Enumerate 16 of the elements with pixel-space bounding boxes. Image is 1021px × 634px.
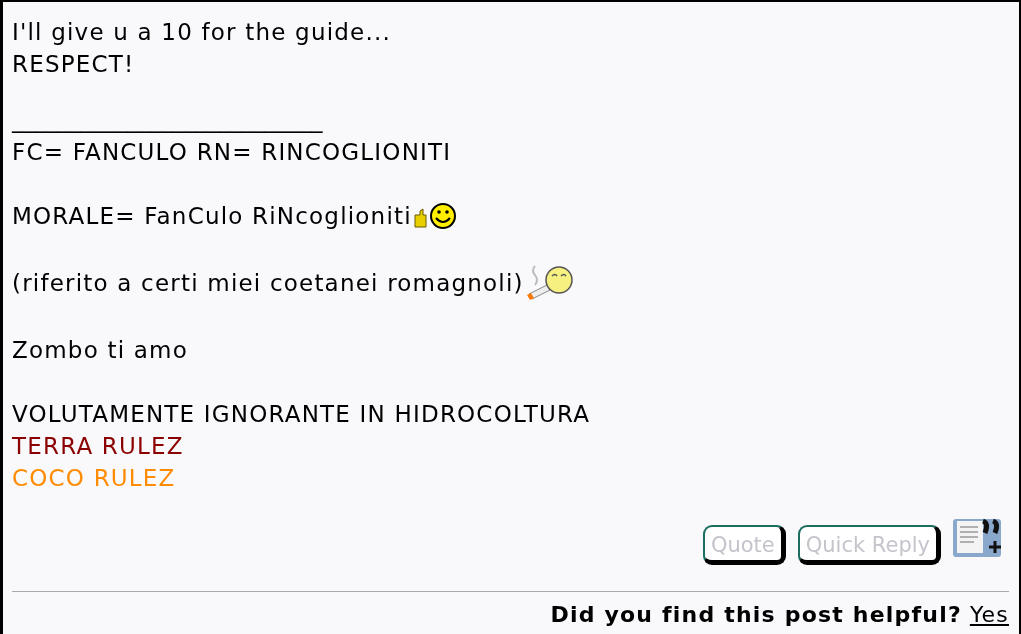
signature-text: TERRA RULEZ — [12, 432, 184, 461]
post-button[interactable]: Quick Reply — [797, 525, 941, 565]
yes-link[interactable]: Yes — [969, 602, 1009, 627]
thumbs-up-smiley-icon — [412, 201, 459, 231]
message-text: I'll give u a 10 for the guide... — [12, 18, 392, 47]
post-button[interactable]: Quote — [702, 525, 786, 565]
signature-text: (riferito a certi miei coetanei romagnoli) — [12, 269, 524, 298]
signature-rule: ___________________________ — [12, 106, 324, 135]
signature-text: MORALE= FanCulo RiNcoglioniti — [12, 202, 412, 231]
signature-text: FC= FANCULO RN= RINCOGLIONITI — [12, 138, 452, 167]
message-text: RESPECT! — [12, 50, 136, 79]
signature-text: Zombo ti amo — [12, 336, 188, 365]
helpful-question: Did you find this post helpful? — [550, 602, 962, 627]
smoking-smiley-icon — [524, 264, 573, 302]
signature-text: COCO RULEZ — [12, 464, 176, 493]
signature-text: VOLUTAMENTE IGNORANTE IN HIDROCOLTURA — [12, 400, 591, 429]
